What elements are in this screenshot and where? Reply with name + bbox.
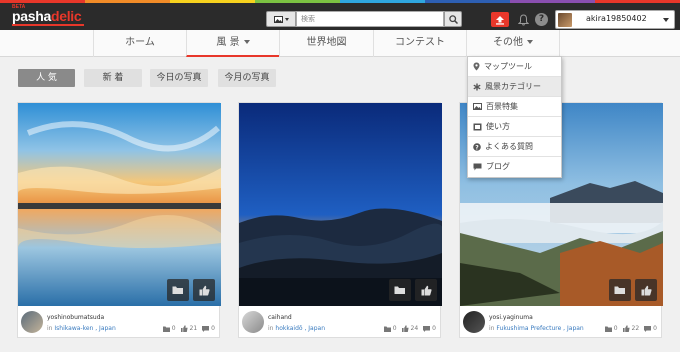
asterisk-icon xyxy=(473,83,481,90)
photo-location: in Ishikawa-ken , Japan xyxy=(47,325,116,332)
bell-icon xyxy=(517,13,529,26)
menu-item-how-to-use[interactable]: 使い方 xyxy=(468,117,561,137)
thumbs-up-icon xyxy=(401,325,409,332)
search-icon xyxy=(448,14,458,24)
folder-icon xyxy=(614,286,625,294)
logo-underline xyxy=(12,24,84,26)
nav-contest[interactable]: コンテスト xyxy=(373,30,466,57)
help-icon[interactable]: ? xyxy=(535,13,548,26)
picture-icon xyxy=(473,103,482,110)
upload-icon xyxy=(496,15,504,25)
avatar xyxy=(558,13,572,27)
nav-other[interactable]: その他 xyxy=(466,30,560,57)
menu-item-faq[interactable]: ? よくある質問 xyxy=(468,137,561,157)
photo-location: in hokkaidō , Japan xyxy=(268,325,326,332)
photographer-name[interactable]: yosi.yaginuma xyxy=(489,314,533,321)
avatar[interactable] xyxy=(242,311,264,333)
folder-icon xyxy=(172,286,183,294)
book-icon xyxy=(473,123,482,130)
user-menu[interactable]: akira19850402 xyxy=(555,10,675,29)
chevron-down-icon xyxy=(243,40,250,44)
thumbs-up-icon xyxy=(180,325,188,332)
menu-item-map-tool[interactable]: マップツール xyxy=(468,57,561,77)
location-link[interactable]: hokkaidō , Japan xyxy=(275,325,325,332)
tab-new[interactable]: 新 着 xyxy=(84,69,142,87)
tab-today[interactable]: 今日の写真 xyxy=(150,69,208,87)
folder-icon xyxy=(162,326,170,332)
upload-button[interactable] xyxy=(491,12,509,27)
photographer-name[interactable]: yoshinobumatsuda xyxy=(47,314,104,321)
avatar[interactable] xyxy=(463,311,485,333)
comment-icon xyxy=(644,325,652,332)
menu-item-blog[interactable]: ブログ xyxy=(468,157,561,177)
svg-text:?: ? xyxy=(475,144,479,151)
avatar[interactable] xyxy=(21,311,43,333)
chat-icon xyxy=(473,163,482,171)
folder-icon xyxy=(604,326,612,332)
photo-location: in Fukushima Prefecture , Japan xyxy=(489,325,584,332)
photo[interactable] xyxy=(239,103,442,306)
chevron-down-icon xyxy=(663,18,669,22)
nav-home[interactable]: ホーム xyxy=(93,30,186,57)
chevron-down-icon xyxy=(284,17,289,21)
photo-sunset-reflection xyxy=(18,103,221,306)
photo-stats: 0 22 0 xyxy=(604,325,657,332)
chevron-down-icon xyxy=(527,40,533,44)
username: akira19850402 xyxy=(586,14,647,23)
folder-icon xyxy=(383,326,391,332)
thumbs-up-icon xyxy=(622,325,630,332)
other-dropdown-menu: マップツール 風景カテゴリー 百景特集 使い方 ? よくある質問 ブログ xyxy=(467,56,562,178)
photo-card[interactable]: yoshinobumatsuda in Ishikawa-ken , Japan… xyxy=(17,102,221,338)
map-marker-icon xyxy=(473,62,480,71)
like-button[interactable] xyxy=(193,279,215,301)
tab-this-month[interactable]: 今月の写真 xyxy=(218,69,276,87)
main-nav: ホーム 風 景 世界地図 コンテスト その他 xyxy=(0,30,680,57)
photo-stats: 0 21 0 xyxy=(162,325,215,332)
notifications-button[interactable] xyxy=(516,12,530,27)
photo-stats: 0 24 0 xyxy=(383,325,436,332)
question-icon: ? xyxy=(473,142,481,151)
thumbs-up-icon xyxy=(641,285,652,295)
site-logo[interactable]: pashadelic xyxy=(12,8,82,24)
add-to-folder-button[interactable] xyxy=(389,279,411,301)
location-link[interactable]: Ishikawa-ken , Japan xyxy=(54,325,115,332)
nav-world-map[interactable]: 世界地図 xyxy=(279,30,373,57)
search-input[interactable]: 検索 xyxy=(296,11,444,27)
nav-landscape[interactable]: 風 景 xyxy=(186,30,279,57)
like-button[interactable] xyxy=(635,279,657,301)
add-to-folder-button[interactable] xyxy=(609,279,631,301)
top-header: BETA pashadelic 検索 ? akira19850402 xyxy=(0,3,680,30)
search-type-select[interactable] xyxy=(266,11,296,27)
add-to-folder-button[interactable] xyxy=(167,279,189,301)
photo[interactable] xyxy=(18,103,221,306)
menu-item-landscape-category[interactable]: 風景カテゴリー xyxy=(468,77,561,97)
thumbs-up-icon xyxy=(421,285,432,295)
tab-popular[interactable]: 人 気 xyxy=(18,69,75,87)
image-icon xyxy=(273,15,283,23)
comment-icon xyxy=(423,325,431,332)
like-button[interactable] xyxy=(415,279,437,301)
search-button[interactable] xyxy=(444,11,462,27)
folder-icon xyxy=(394,286,405,294)
photo-mountain-dusk xyxy=(239,103,442,306)
location-link[interactable]: Fukushima Prefecture , Japan xyxy=(496,325,583,332)
photo-card[interactable]: caihand in hokkaidō , Japan 0 24 0 xyxy=(238,102,442,338)
photographer-name[interactable]: caihand xyxy=(268,314,292,321)
comment-icon xyxy=(202,325,210,332)
menu-item-hundred-views[interactable]: 百景特集 xyxy=(468,97,561,117)
thumbs-up-icon xyxy=(199,285,210,295)
